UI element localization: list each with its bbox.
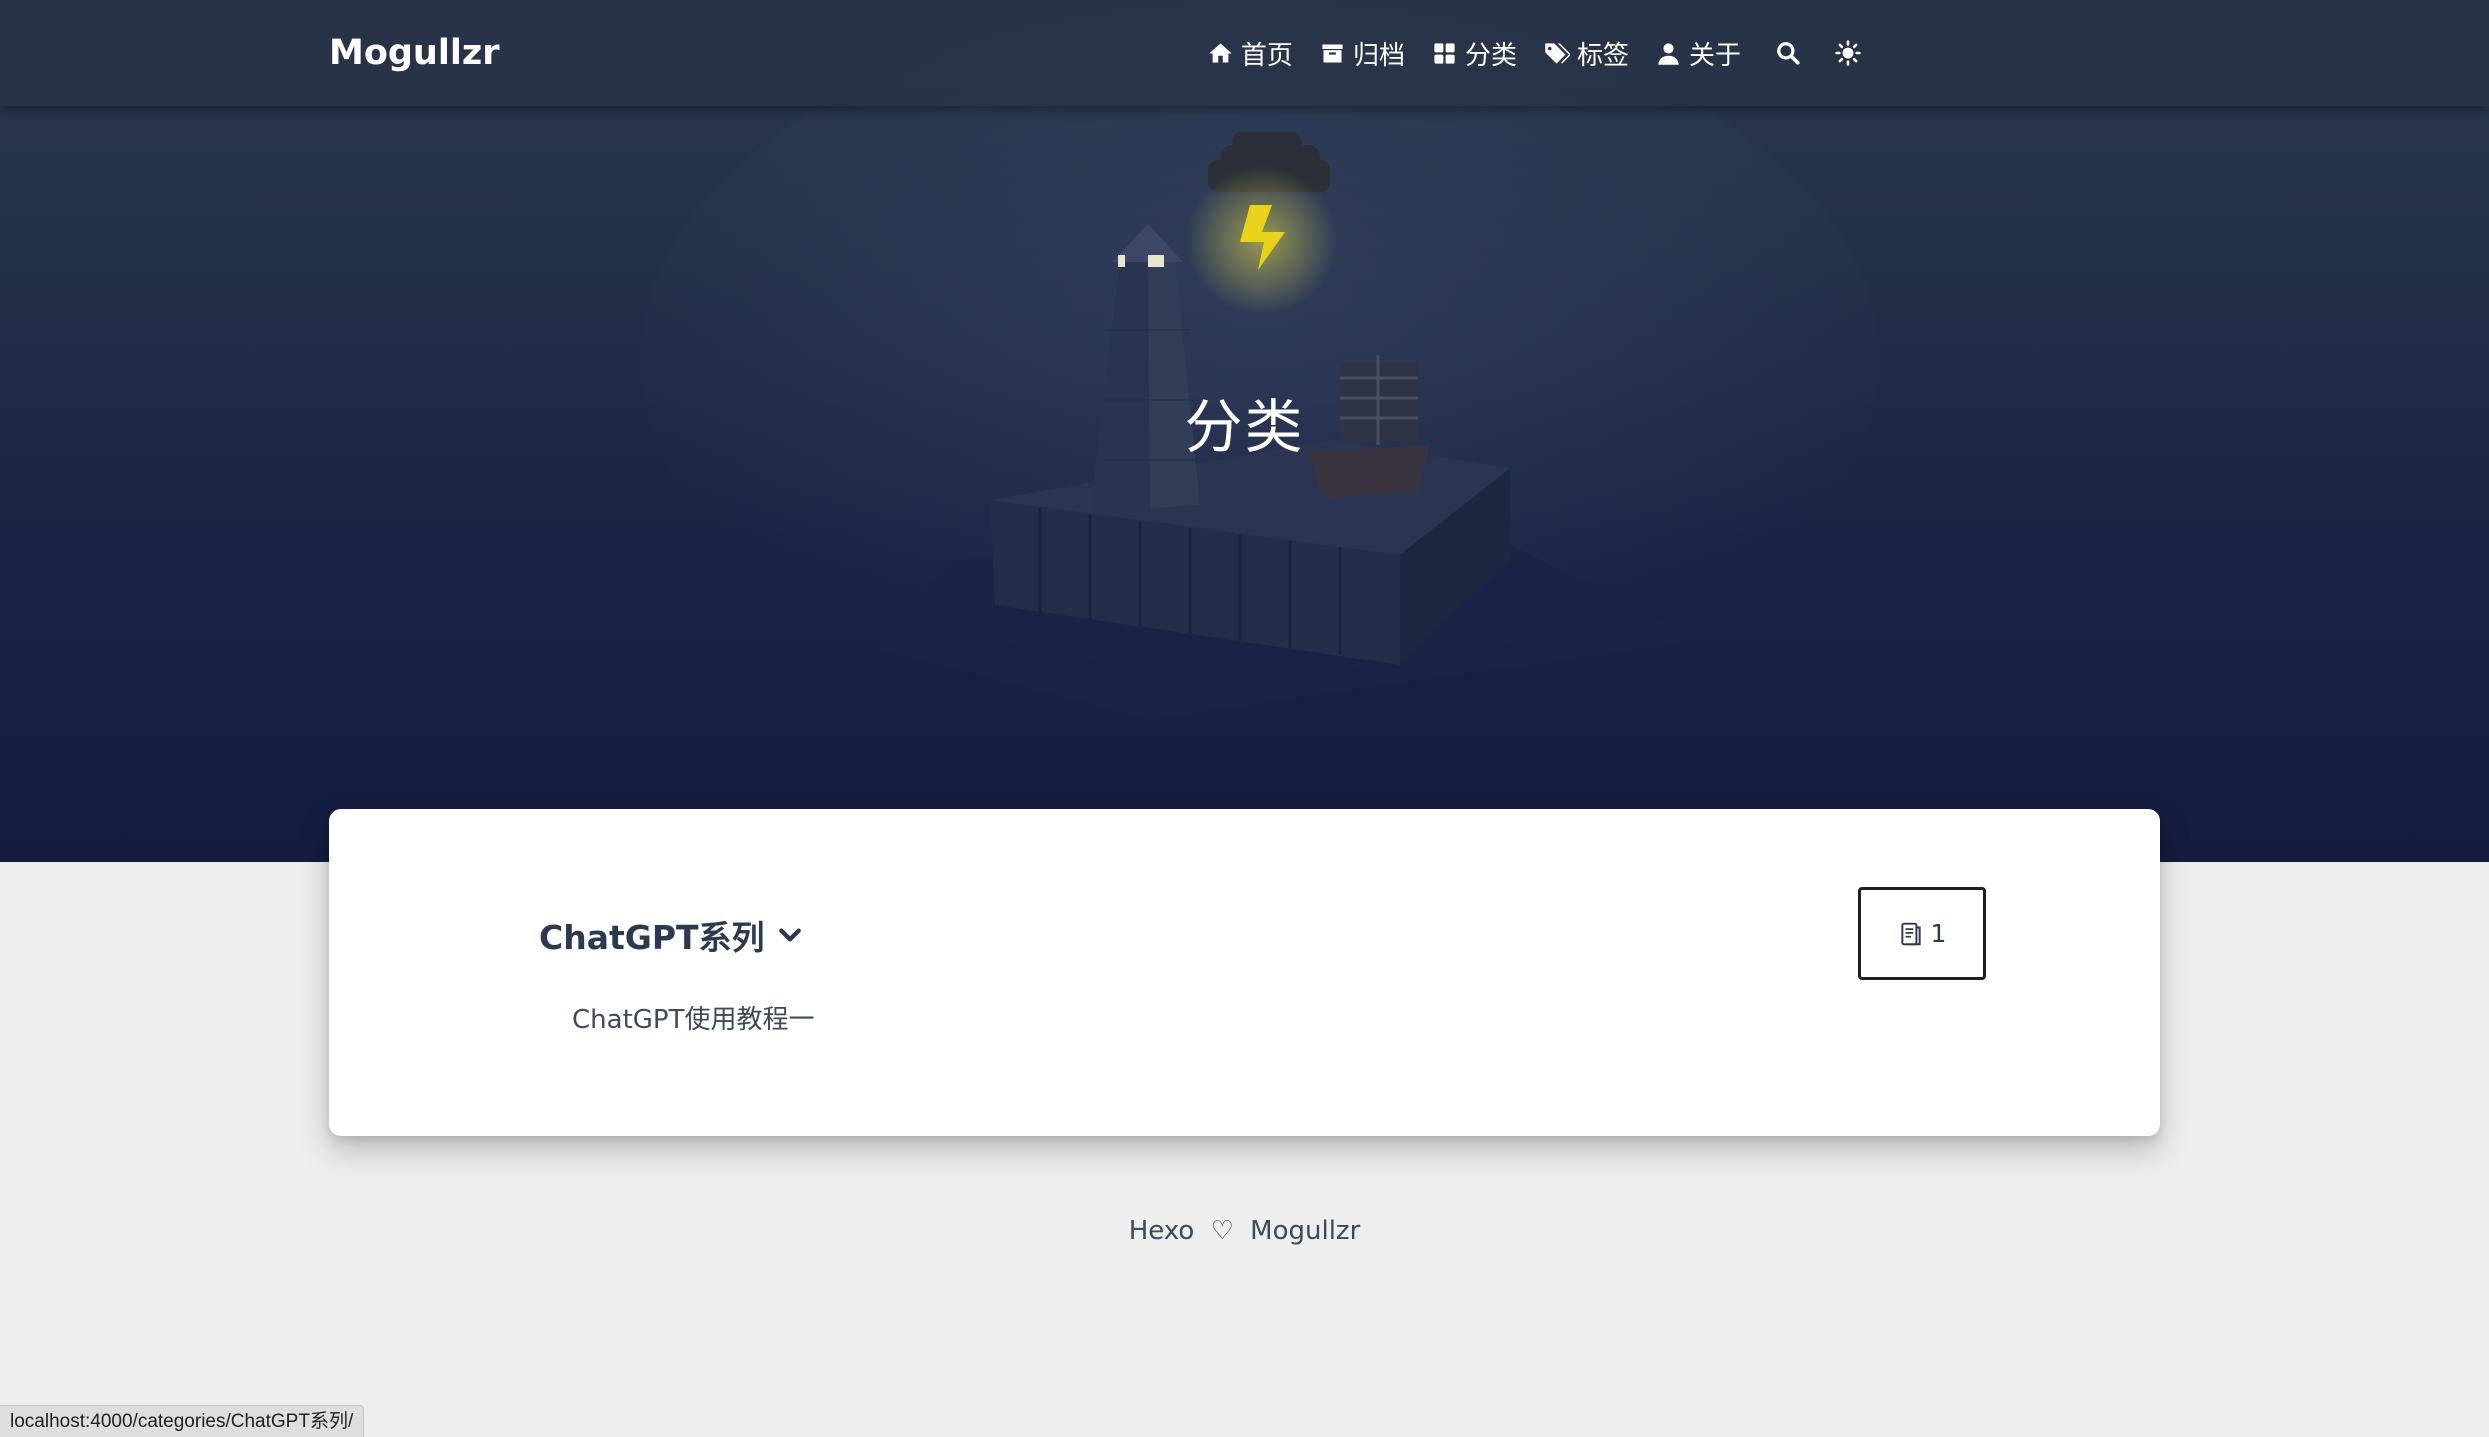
home-icon bbox=[1209, 42, 1232, 62]
browser-status-url: localhost:4000/categories/ChatGPT系列/ bbox=[0, 1405, 365, 1437]
page-title: 分类 bbox=[1184, 393, 1305, 461]
nav-item-about[interactable]: 关于 bbox=[1655, 35, 1741, 72]
footer-author-link[interactable]: Mogullzr bbox=[1250, 1216, 1360, 1246]
post-link[interactable]: ChatGPT使用教程一 bbox=[572, 999, 814, 1036]
post-count: 1 bbox=[1930, 919, 1947, 948]
grid-icon bbox=[1434, 42, 1455, 64]
page: 分类 Mogullzr 首页 归档 分类 标签 关于 ChatGPT系列 Cha… bbox=[0, 0, 2489, 1437]
navbar: Mogullzr 首页 归档 分类 标签 关于 bbox=[0, 0, 2489, 106]
post-count-badge[interactable]: 1 bbox=[1858, 887, 1986, 980]
footer: Hexo ♡ Mogullzr bbox=[0, 1216, 2489, 1246]
heart-icon: ♡ bbox=[1210, 1216, 1234, 1246]
banner: 分类 bbox=[0, 0, 2489, 862]
category-name: ChatGPT系列 bbox=[539, 918, 765, 957]
nav-item-tags[interactable]: 标签 bbox=[1543, 35, 1629, 72]
nav-item-archive[interactable]: 归档 bbox=[1319, 35, 1405, 72]
nav-item-label: 首页 bbox=[1240, 40, 1293, 71]
site-brand[interactable]: Mogullzr bbox=[329, 28, 499, 78]
category-card: ChatGPT系列 ChatGPT使用教程一 1 bbox=[329, 809, 2160, 1136]
document-icon bbox=[1900, 922, 1921, 945]
footer-hexo-link[interactable]: Hexo bbox=[1129, 1216, 1195, 1246]
nav-menu: 首页 归档 分类 标签 关于 bbox=[1181, 28, 1861, 78]
tags-icon bbox=[1545, 42, 1570, 64]
nav-item-label: 归档 bbox=[1352, 40, 1405, 71]
user-icon bbox=[1658, 42, 1679, 65]
nav-item-label: 分类 bbox=[1464, 40, 1517, 71]
search-button[interactable] bbox=[1775, 40, 1801, 66]
archive-icon bbox=[1322, 44, 1343, 62]
nav-item-categories[interactable]: 分类 bbox=[1431, 35, 1517, 72]
search-icon bbox=[1777, 42, 1800, 65]
sun-icon bbox=[1835, 40, 1861, 66]
category-toggle[interactable]: ChatGPT系列 bbox=[539, 911, 803, 959]
chevron-down-icon bbox=[778, 928, 801, 942]
theme-toggle-button[interactable] bbox=[1835, 40, 1861, 66]
nav-item-label: 关于 bbox=[1688, 40, 1741, 71]
nav-item-label: 标签 bbox=[1576, 40, 1629, 71]
nav-item-home[interactable]: 首页 bbox=[1207, 35, 1293, 72]
